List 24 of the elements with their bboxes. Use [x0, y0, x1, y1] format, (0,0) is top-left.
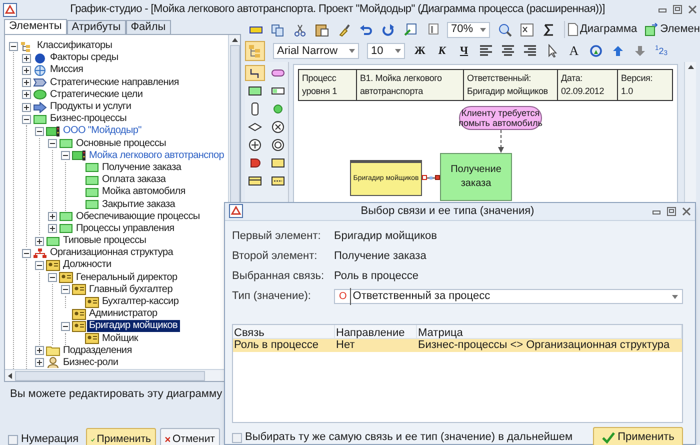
event-shape: Клиенту требуется помыть автомобиль — [459, 106, 542, 130]
header-cell: Дата: 02.09.2012 — [558, 70, 618, 100]
window-title: График-студио - [Мойка легкового автотранспорта. Проект "Мойдодыр" (Диаграмма процесса (расширенная))] — [69, 2, 606, 18]
field-label: Первый элемент: — [232, 229, 322, 244]
field-label: Выбранная связь: — [232, 269, 326, 284]
checkbox-label: Выбирать ту же самую связь и ее тип (значение) в дальнейшем — [245, 430, 573, 445]
field-value: Бригадир мойщиков — [334, 229, 438, 244]
header-cell: Процесс уровня 1 — [299, 70, 357, 100]
field-label: Второй элемент: — [232, 249, 318, 264]
field-value: Роль в процессе — [334, 269, 418, 284]
status-text: Вы можете редактировать эту диаграмму — [9, 387, 224, 402]
header-cell: В1. Мойка легкового автотранспорта — [357, 70, 464, 100]
type-marker: О — [339, 290, 347, 304]
checkbox-label: Нумерация — [21, 432, 79, 445]
process-shape: Получение заказа — [440, 153, 512, 201]
table-cell-text: Бизнес-процессы <> Организационная структура — [417, 338, 671, 353]
type-value: Ответственный за процесс — [350, 288, 669, 305]
field-value: Получение заказа — [334, 249, 426, 264]
table-cell-text: Нет — [335, 338, 356, 353]
field-label: Тип (значение): — [232, 289, 312, 304]
header-cell: Ответственный: Бригадир мойщиков — [464, 70, 558, 100]
header-cell-text: Версия: 1.0 — [620, 72, 654, 98]
table-cell-text: Роль в процессе — [233, 338, 320, 353]
dialog-title: Выбор связи и ее типа (значения) — [360, 204, 536, 219]
